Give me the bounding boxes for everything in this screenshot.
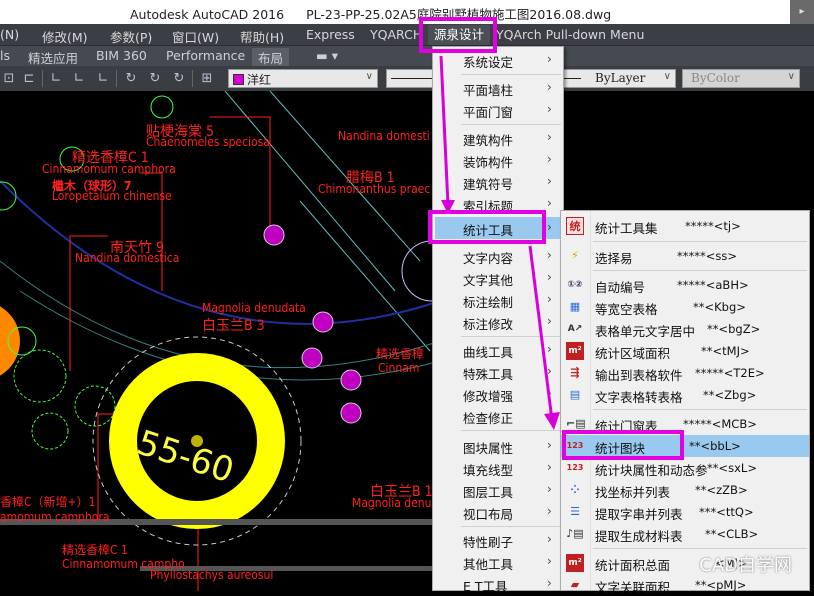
watermark: CAD自学网: [699, 555, 792, 576]
arrow-head: [544, 412, 560, 430]
arrow-line: [528, 245, 554, 421]
arrow-head: [441, 200, 455, 214]
annotation-arrows: [439, 55, 560, 430]
arrow-line: [439, 55, 450, 206]
